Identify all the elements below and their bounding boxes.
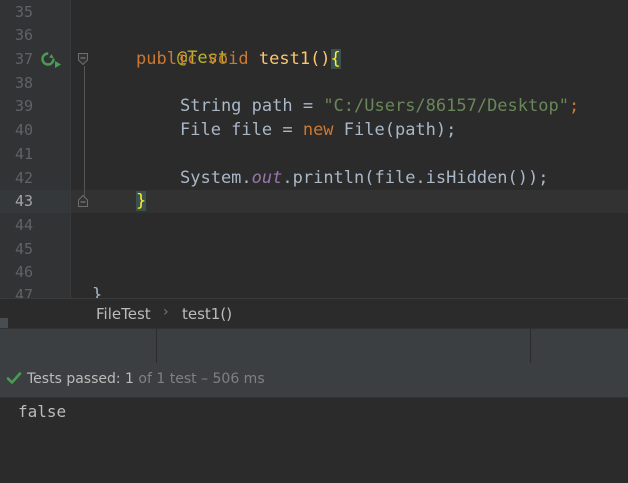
breadcrumb-separator: › <box>163 304 169 320</box>
type-token: File file = <box>180 120 303 140</box>
breadcrumb-method[interactable]: test1() <box>182 305 232 323</box>
code-line-path-declaration[interactable]: String path = "C:/Users/86157/Desktop"; <box>180 95 579 118</box>
console-line: false <box>18 402 67 421</box>
type-token: String <box>180 96 242 116</box>
keyword-token: new <box>302 120 334 140</box>
keyword-token: void <box>207 49 249 69</box>
brace-token: } <box>92 285 103 298</box>
code-line-class-close[interactable]: } <box>92 284 102 298</box>
test-status-text: Tests passed: 1 of 1 test – 506 ms <box>27 371 265 387</box>
matched-brace: } <box>136 191 147 211</box>
fold-marker-icon[interactable] <box>78 195 88 207</box>
line-number[interactable]: 46 <box>0 261 33 284</box>
breadcrumb: FileTest › test1() <box>0 298 628 329</box>
string-literal: "C:/Users/86157/Desktop" <box>323 96 569 116</box>
line-number[interactable]: 44 <box>0 214 33 237</box>
check-icon <box>6 372 22 384</box>
line-number[interactable]: 35 <box>0 1 33 24</box>
scroll-marker <box>0 318 8 328</box>
console-output[interactable]: false <box>0 397 628 483</box>
line-number-current[interactable]: 43 <box>0 190 33 213</box>
method-name-token: test1 <box>258 49 311 69</box>
code-line-method-signature[interactable]: public void test1(){ <box>136 48 341 71</box>
line-number[interactable]: 47 <box>0 284 33 298</box>
line-number[interactable]: 39 <box>0 95 33 118</box>
current-line-highlight <box>0 190 628 213</box>
run-test-icon[interactable] <box>40 49 64 69</box>
line-number[interactable]: 36 <box>0 24 33 47</box>
class-token: System. <box>180 168 252 188</box>
static-field-token: out <box>251 168 283 188</box>
passed-count: 1 <box>125 371 134 387</box>
code-line-annotation[interactable]: @Test <box>136 24 228 68</box>
method-call-token: .println(file.isHidden()); <box>282 168 549 188</box>
constructor-call: File(path); <box>333 120 457 140</box>
test-summary: of 1 test – 506 ms <box>133 371 265 387</box>
line-number[interactable]: 45 <box>0 238 33 261</box>
line-number[interactable]: 38 <box>0 72 33 95</box>
semicolon-token: ; <box>568 96 580 116</box>
test-status-bar: Tests passed: 1 of 1 test – 506 ms <box>0 363 628 397</box>
code-line-file-declaration[interactable]: File file = new File(path); <box>180 119 456 142</box>
line-number[interactable]: 41 <box>0 143 33 166</box>
breadcrumb-class[interactable]: FileTest <box>96 305 151 323</box>
line-number[interactable]: 37 <box>0 48 33 71</box>
matched-brace: { <box>330 49 341 69</box>
fold-guide <box>84 66 85 196</box>
identifier-token: path = <box>241 96 324 116</box>
code-editor[interactable]: 35 36 37 38 39 40 41 42 43 44 45 46 47 @… <box>0 0 628 298</box>
code-line-println[interactable]: System.out.println(file.isHidden()); <box>180 167 548 190</box>
code-line-close-brace[interactable]: } <box>136 190 147 213</box>
line-number[interactable]: 42 <box>0 167 33 190</box>
tool-window-header <box>0 328 628 364</box>
line-number[interactable]: 40 <box>0 119 33 142</box>
parens-token: () <box>310 49 331 69</box>
fold-marker-icon[interactable] <box>78 53 88 65</box>
keyword-token: public <box>136 49 198 69</box>
